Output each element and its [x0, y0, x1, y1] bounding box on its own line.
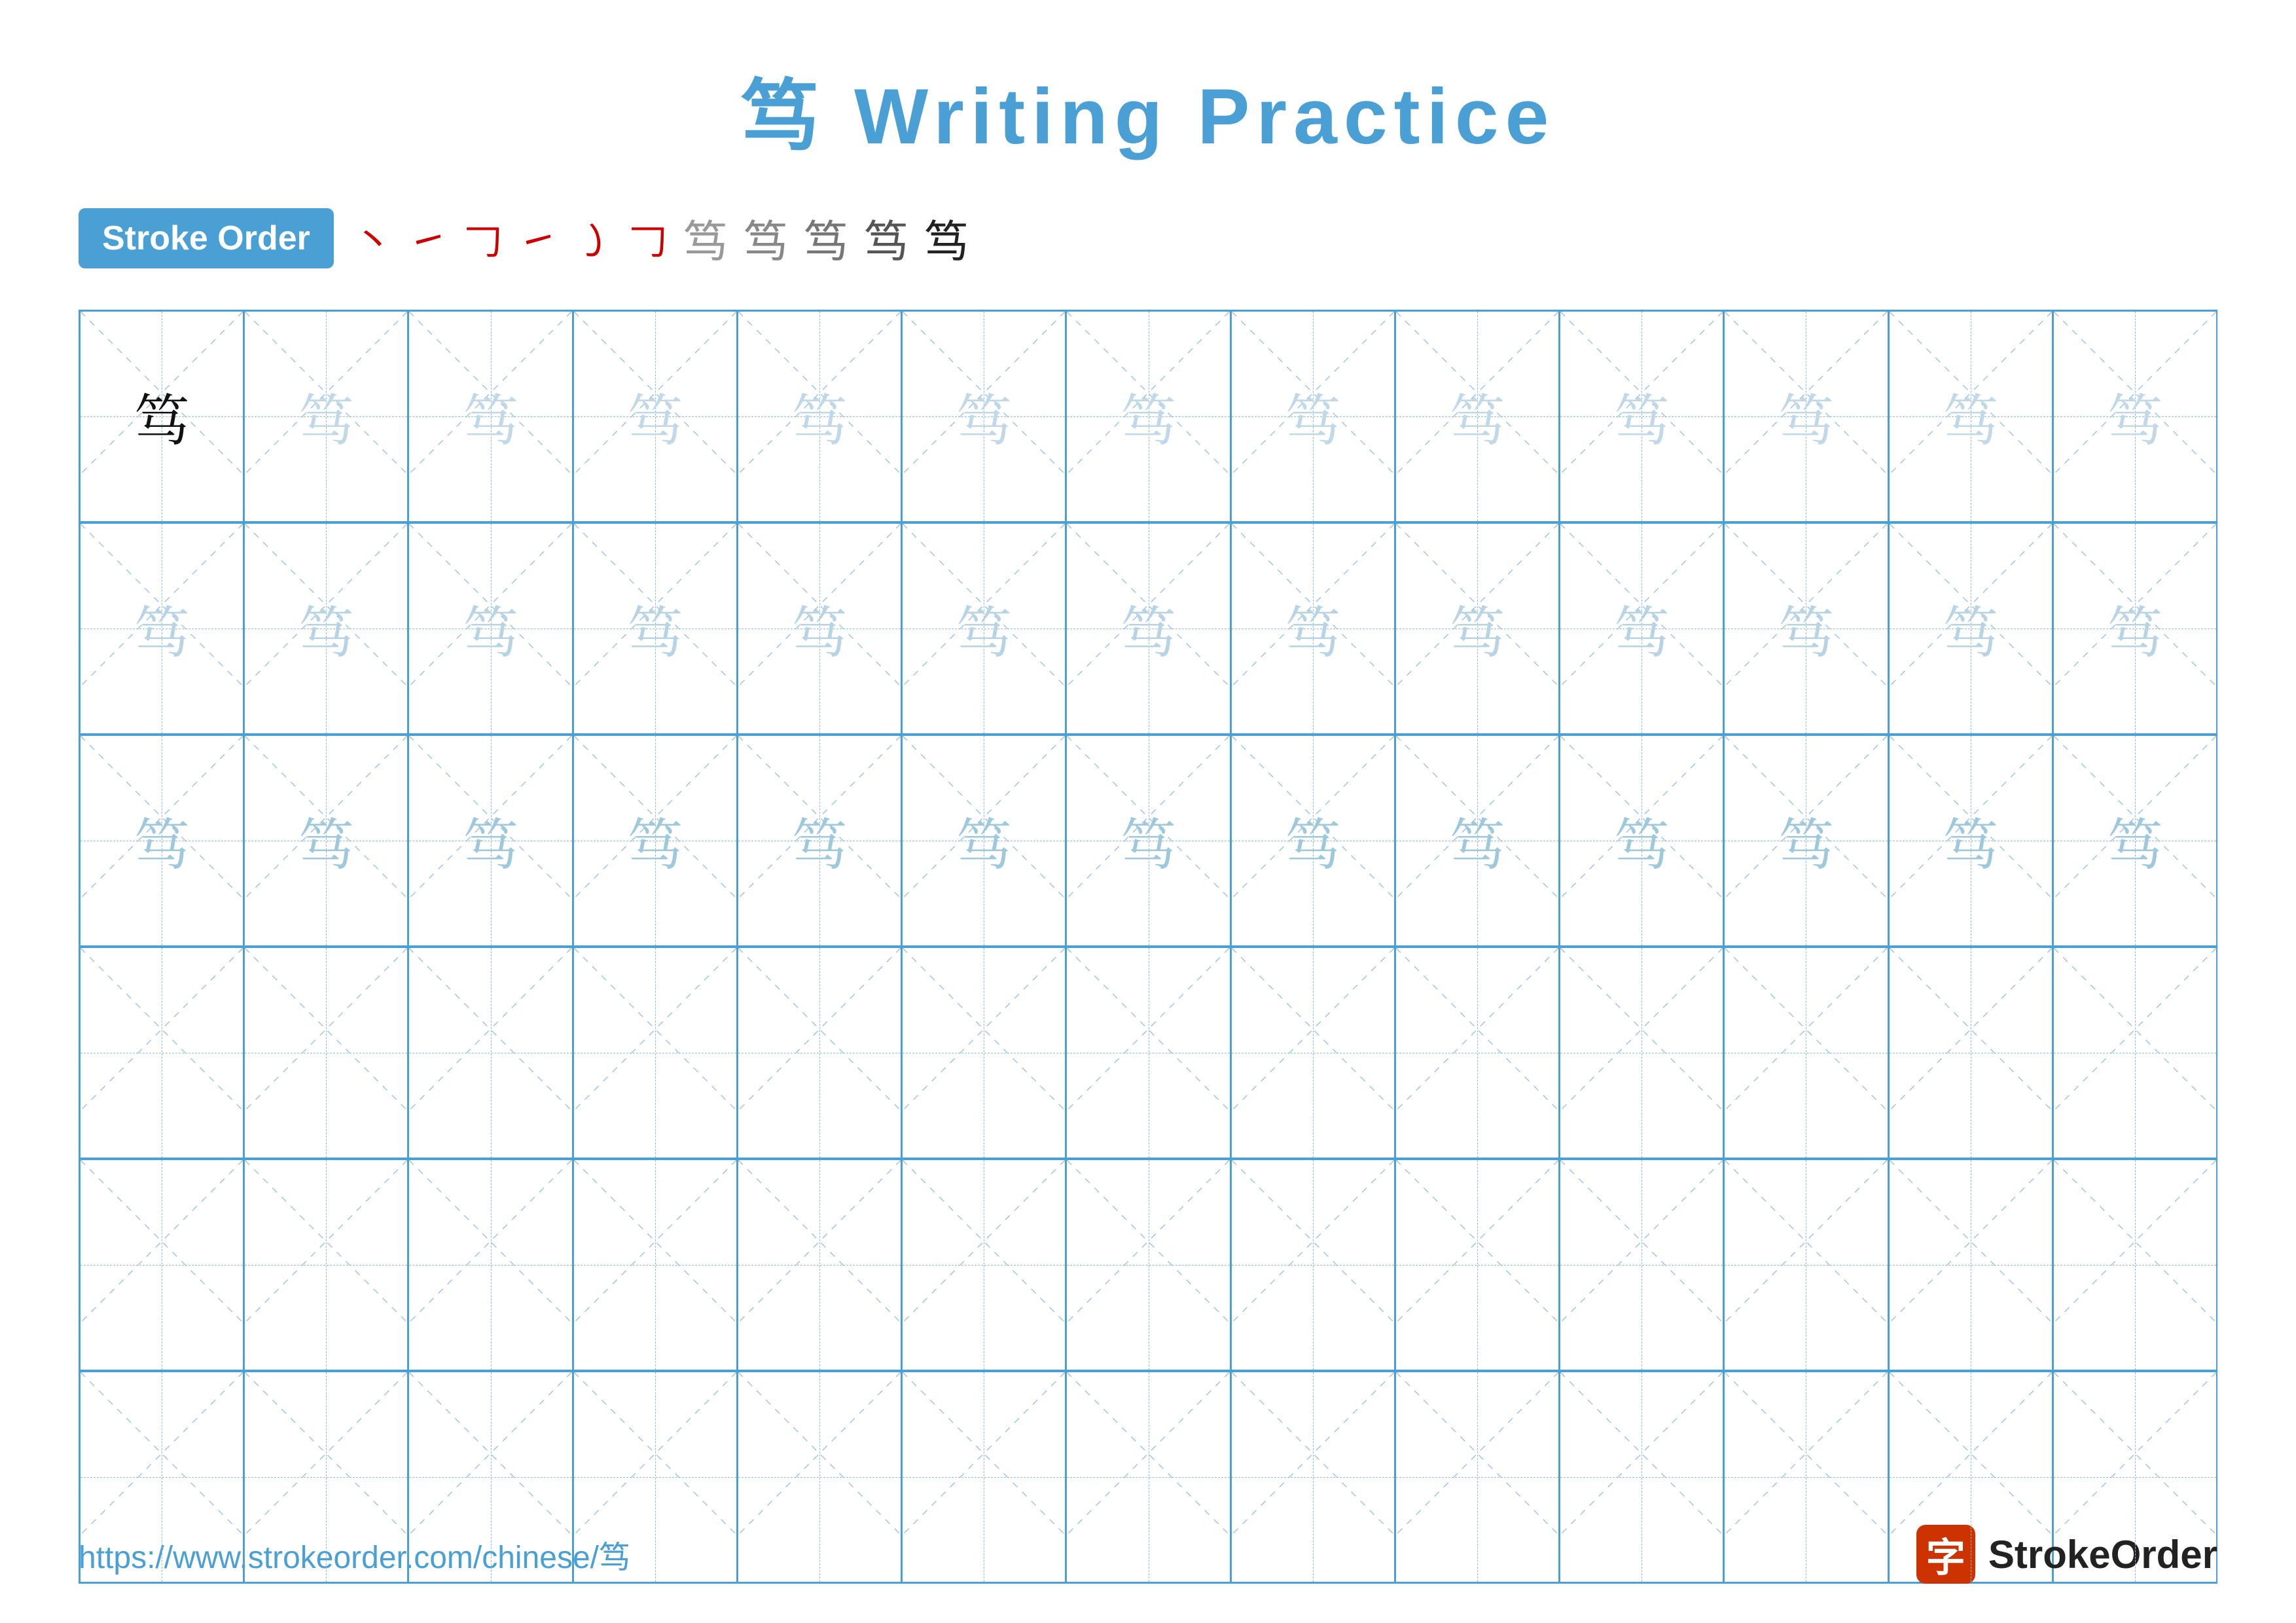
char-fade: 笃	[298, 389, 354, 445]
grid-cell-5-7[interactable]	[1066, 1159, 1230, 1370]
grid-cell-5-4[interactable]	[573, 1159, 738, 1370]
grid-cell-4-3[interactable]	[408, 947, 573, 1158]
stroke-step-1: 丶	[353, 210, 393, 266]
grid-cell-1-10: 笃	[1560, 311, 1724, 522]
grid-cell-1-11: 笃	[1724, 311, 1888, 522]
grid-cell-1-6: 笃	[902, 311, 1066, 522]
grid-cell-3-11: 笃	[1724, 735, 1888, 946]
grid-cell-1-1: 笃	[80, 311, 244, 522]
grid-cell-5-12[interactable]	[1889, 1159, 2053, 1370]
grid-cell-2-4: 笃	[573, 523, 738, 734]
grid-cell-4-5[interactable]	[738, 947, 902, 1158]
brand-icon: 字	[1916, 1525, 1975, 1584]
grid-cell-5-10[interactable]	[1560, 1159, 1724, 1370]
grid-cell-2-12: 笃	[1889, 523, 2053, 734]
grid-cell-2-3: 笃	[408, 523, 573, 734]
grid-cell-4-2[interactable]	[244, 947, 408, 1158]
grid-cell-2-13: 笃	[2053, 523, 2216, 734]
page-content: 笃 Writing Practice Stroke Order 丶 ㇀ 𠃌 ㇀ …	[0, 0, 2296, 1623]
stroke-step-3: 𠃌	[463, 210, 503, 266]
stroke-step-5: ㇁	[573, 210, 613, 266]
grid-cell-1-4: 笃	[573, 311, 738, 522]
grid-cell-3-3: 笃	[408, 735, 573, 946]
grid-cell-1-9: 笃	[1395, 311, 1560, 522]
grid-cell-4-13[interactable]	[2053, 947, 2216, 1158]
grid-row-1: 笃 笃 笃 笃 笃	[80, 311, 2216, 523]
grid-cell-3-5: 笃	[738, 735, 902, 946]
practice-grid: 笃 笃 笃 笃 笃	[79, 310, 2217, 1584]
grid-cell-2-7: 笃	[1066, 523, 1230, 734]
grid-cell-2-1: 笃	[80, 523, 244, 734]
grid-cell-5-1[interactable]	[80, 1159, 244, 1370]
grid-cell-4-4[interactable]	[573, 947, 738, 1158]
grid-cell-5-2[interactable]	[244, 1159, 408, 1370]
grid-cell-5-13[interactable]	[2053, 1159, 2216, 1370]
grid-cell-3-1: 笃	[80, 735, 244, 946]
grid-row-3: 笃 笃 笃 笃 笃	[80, 735, 2216, 947]
grid-cell-4-11[interactable]	[1724, 947, 1888, 1158]
grid-cell-1-2: 笃	[244, 311, 408, 522]
grid-cell-5-5[interactable]	[738, 1159, 902, 1370]
grid-cell-2-10: 笃	[1560, 523, 1724, 734]
grid-cell-1-13: 笃	[2053, 311, 2216, 522]
grid-cell-3-10: 笃	[1560, 735, 1724, 946]
grid-row-4	[80, 947, 2216, 1159]
stroke-step-10: 笃	[864, 206, 908, 270]
grid-row-2: 笃 笃 笃 笃 笃	[80, 523, 2216, 735]
stroke-steps: 丶 ㇀ 𠃌 ㇀ ㇁ 𠃌 笃 笃 笃 笃 笃	[353, 206, 969, 270]
stroke-step-8: 笃	[744, 206, 788, 270]
stroke-step-9: 笃	[804, 206, 848, 270]
grid-cell-3-4: 笃	[573, 735, 738, 946]
grid-cell-3-6: 笃	[902, 735, 1066, 946]
grid-cell-3-9: 笃	[1395, 735, 1560, 946]
grid-cell-2-8: 笃	[1231, 523, 1395, 734]
grid-cell-3-12: 笃	[1889, 735, 2053, 946]
grid-cell-1-3: 笃	[408, 311, 573, 522]
grid-cell-4-12[interactable]	[1889, 947, 2053, 1158]
grid-cell-4-7[interactable]	[1066, 947, 1230, 1158]
grid-cell-4-9[interactable]	[1395, 947, 1560, 1158]
page-title: 笃 Writing Practice	[741, 52, 1556, 166]
grid-cell-5-8[interactable]	[1231, 1159, 1395, 1370]
grid-row-5	[80, 1159, 2216, 1372]
grid-cell-5-3[interactable]	[408, 1159, 573, 1370]
grid-cell-1-12: 笃	[1889, 311, 2053, 522]
stroke-step-4: ㇀	[518, 210, 558, 266]
grid-cell-3-13: 笃	[2053, 735, 2216, 946]
grid-cell-4-10[interactable]	[1560, 947, 1724, 1158]
char-solid: 笃	[134, 389, 190, 445]
grid-cell-4-6[interactable]	[902, 947, 1066, 1158]
grid-cell-3-7: 笃	[1066, 735, 1230, 946]
brand-name: StrokeOrder	[1988, 1532, 2217, 1577]
grid-cell-5-6[interactable]	[902, 1159, 1066, 1370]
stroke-order-row: Stroke Order 丶 ㇀ 𠃌 ㇀ ㇁ 𠃌 笃 笃 笃 笃 笃	[79, 206, 2217, 270]
grid-cell-1-8: 笃	[1231, 311, 1395, 522]
grid-cell-4-8[interactable]	[1231, 947, 1395, 1158]
stroke-step-6: 𠃌	[628, 210, 668, 266]
grid-cell-5-9[interactable]	[1395, 1159, 1560, 1370]
grid-cell-3-2: 笃	[244, 735, 408, 946]
stroke-step-7: 笃	[683, 206, 728, 270]
stroke-step-2: ㇀	[408, 210, 448, 266]
stroke-order-badge: Stroke Order	[79, 208, 334, 268]
grid-cell-3-8: 笃	[1231, 735, 1395, 946]
footer-brand: 字 StrokeOrder	[1916, 1525, 2217, 1584]
grid-cell-2-5: 笃	[738, 523, 902, 734]
brand-char: 字	[1926, 1526, 1965, 1583]
grid-cell-4-1[interactable]	[80, 947, 244, 1158]
stroke-step-11: 笃	[924, 206, 969, 270]
grid-cell-1-7: 笃	[1066, 311, 1230, 522]
grid-cell-5-11[interactable]	[1724, 1159, 1888, 1370]
grid-cell-2-9: 笃	[1395, 523, 1560, 734]
grid-cell-2-6: 笃	[902, 523, 1066, 734]
grid-cell-1-5: 笃	[738, 311, 902, 522]
grid-cell-2-2: 笃	[244, 523, 408, 734]
grid-cell-2-11: 笃	[1724, 523, 1888, 734]
